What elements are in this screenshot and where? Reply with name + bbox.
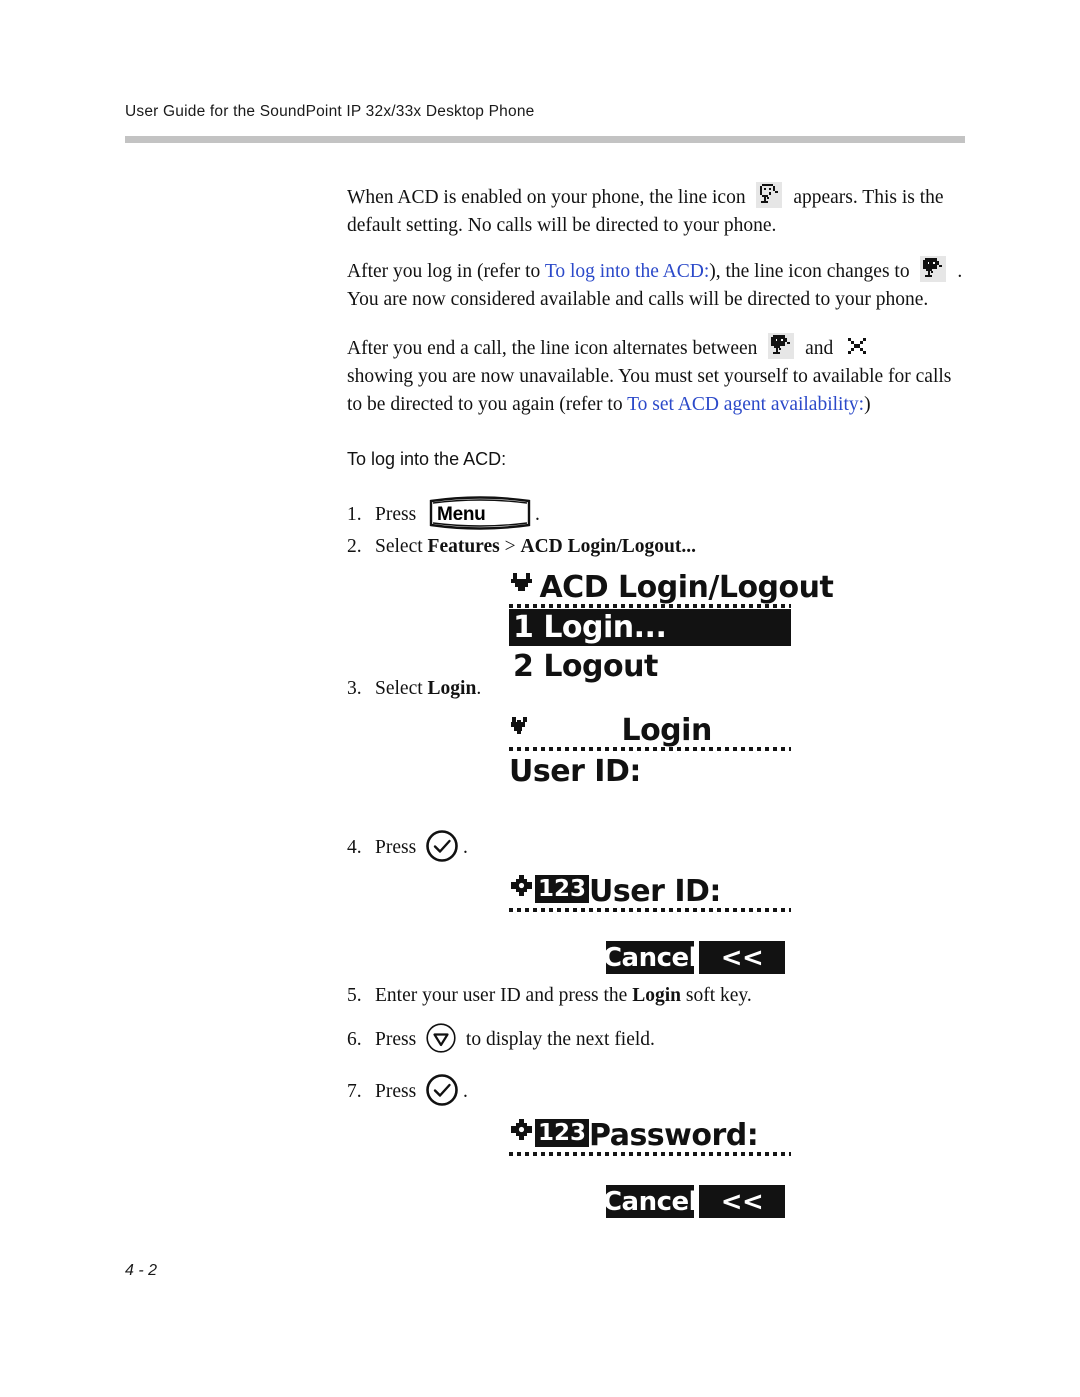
- p2-line1a: After you log in (refer to: [347, 261, 541, 282]
- step-3-pre: Select: [375, 678, 423, 699]
- acd-agent-logged-out-icon: [756, 182, 783, 208]
- step-4: 4. Press .: [347, 829, 468, 863]
- lcd-login-user-id: Login User ID:: [509, 713, 791, 790]
- link-to-set-acd-agent-availability[interactable]: To set ACD agent availability:: [627, 394, 864, 415]
- down-arrow-key-icon[interactable]: [425, 1022, 457, 1054]
- paragraph-after-call: After you end a call, the line icon alte…: [347, 333, 967, 419]
- page-number-footer: 4 - 2: [125, 1262, 158, 1279]
- step-7-post: .: [463, 1081, 468, 1102]
- step-6-number: 6.: [347, 1029, 362, 1050]
- down-arrow-nav-icon: [509, 571, 535, 600]
- lcd3-soft-key-row: Cancel <<: [603, 941, 785, 974]
- paragraph-acd-enabled: When ACD is enabled on your phone, the l…: [347, 182, 967, 240]
- select-checkmark-key-icon[interactable]: [425, 829, 459, 863]
- back-arrow-nav-icon: [509, 714, 539, 743]
- step-2-bold-features: Features: [427, 536, 500, 557]
- p2-line2: You are now considered available and cal…: [347, 289, 929, 310]
- p3-line3b: ): [864, 394, 871, 415]
- step-6: 6. Press to display the next field.: [347, 1022, 655, 1054]
- step-1-text: Press: [375, 504, 417, 525]
- p3-line3a: to be directed to you again (refer to: [347, 394, 623, 415]
- lcd3-soft-key-backspace[interactable]: <<: [699, 941, 785, 974]
- p3-line2: showing you are now unavailable. You mus…: [347, 366, 952, 387]
- step-7-number: 7.: [347, 1081, 362, 1102]
- lcd4-soft-key-row: Cancel <<: [603, 1185, 785, 1218]
- p3-line1b: and: [805, 338, 834, 359]
- step-2-separator: >: [504, 536, 516, 557]
- lcd4-soft-key-backspace[interactable]: <<: [699, 1185, 785, 1218]
- step-4-pre: Press: [375, 837, 417, 858]
- step-6-post: to display the next field.: [465, 1029, 655, 1050]
- document-page: User Guide for the SoundPoint IP 32x/33x…: [0, 0, 1080, 1397]
- p1-line1a: When ACD is enabled on your phone, the l…: [347, 187, 746, 208]
- step-5: 5. Enter your user ID and press the Login…: [347, 983, 752, 1009]
- p3-line1a: After you end a call, the line icon alte…: [347, 338, 758, 359]
- step-2-pre: Select: [375, 536, 423, 557]
- lcd-user-id-entry: 123 User ID: Cancel <<: [509, 873, 791, 974]
- lcd4-soft-key-cancel[interactable]: Cancel: [603, 1185, 698, 1218]
- four-way-nav-icon: [509, 1117, 535, 1150]
- step-5-number: 5.: [347, 985, 362, 1006]
- step-5-bold-login: Login: [632, 985, 681, 1006]
- acd-agent-available-icon: [920, 256, 947, 282]
- lcd3-soft-key-cancel[interactable]: Cancel: [603, 941, 698, 974]
- lcd4-field-label-password: Password:: [589, 1118, 759, 1153]
- step-4-post: .: [463, 837, 468, 858]
- acd-agent-unavailable-x-icon: [844, 333, 870, 359]
- menu-hard-key[interactable]: Menu: [427, 495, 533, 531]
- select-checkmark-key-icon[interactable]: [425, 1073, 459, 1107]
- lcd4-mode-badge-123: 123: [535, 1119, 590, 1147]
- link-to-log-into-acd[interactable]: To log into the ACD:: [545, 261, 709, 282]
- step-4-number: 4.: [347, 837, 362, 858]
- lcd3-field-label-user-id: User ID:: [589, 874, 721, 909]
- acd-agent-available-icon: [768, 333, 795, 359]
- step-3-number: 3.: [347, 678, 362, 699]
- p2-line1b: ), the line icon changes to: [709, 261, 910, 282]
- p1-line2: default setting. No calls will be direct…: [347, 215, 777, 236]
- step-7: 7. Press .: [347, 1073, 468, 1107]
- four-way-nav-icon: [509, 873, 535, 906]
- p2-line1c: .: [957, 261, 963, 282]
- step-3-bold-login: Login: [427, 678, 477, 699]
- lcd3-mode-badge-123: 123: [535, 875, 590, 903]
- lcd1-title: ACD Login/Logout: [539, 570, 834, 605]
- step-3: 3. Select Login.: [347, 676, 481, 702]
- step-5-pre: Enter your user ID and press the: [375, 985, 628, 1006]
- paragraph-after-login: After you log in (refer to To log into t…: [347, 256, 967, 314]
- header-rule: [125, 136, 965, 143]
- p1-line1b: appears. This is the: [793, 187, 944, 208]
- step-2: 2. Select Features > ACD Login/Logout...: [347, 534, 696, 560]
- step-1-number: 1.: [347, 504, 362, 525]
- procedure-heading: To log into the ACD:: [347, 449, 507, 469]
- lcd2-field-label-user-id: User ID:: [509, 754, 641, 789]
- step-1: 1. Press Menu .: [347, 495, 540, 531]
- step-5-post: soft key.: [685, 985, 752, 1006]
- step-2-number: 2.: [347, 536, 362, 557]
- step-1-post: .: [535, 504, 540, 525]
- step-2-bold-acd-login-logout: ACD Login/Logout...: [520, 536, 697, 557]
- page-header-title: User Guide for the SoundPoint IP 32x/33x…: [125, 103, 535, 120]
- lcd1-menu-item-logout[interactable]: 2 Logout: [509, 648, 791, 685]
- lcd1-menu-item-login[interactable]: 1 Login...: [509, 609, 791, 646]
- step-3-post: .: [476, 678, 482, 699]
- lcd-acd-login-logout-menu: ACD Login/Logout 1 Login... 2 Logout: [509, 570, 834, 685]
- lcd-password-entry: 123 Password: Cancel <<: [509, 1117, 791, 1218]
- step-7-pre: Press: [375, 1081, 417, 1102]
- lcd2-title: Login: [621, 713, 712, 748]
- menu-key-label: Menu: [437, 504, 486, 525]
- step-6-pre: Press: [375, 1029, 417, 1050]
